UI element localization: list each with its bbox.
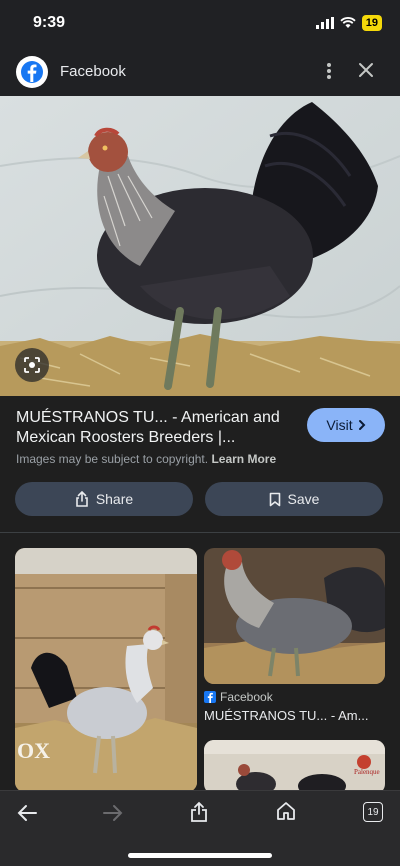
copyright-text: Images may be subject to copyright. (16, 452, 209, 466)
wifi-icon (340, 17, 356, 28)
status-time: 9:39 (33, 14, 66, 31)
status-icons: 19 (315, 15, 382, 31)
lens-icon (24, 357, 40, 373)
svg-text:Palenque: Palenque (354, 768, 380, 776)
facebook-icon (204, 691, 216, 703)
related-image-overlay-text: ox (17, 738, 50, 763)
share-icon (76, 491, 88, 507)
status-bar: 9:39 19 (0, 0, 400, 46)
related-title[interactable]: MUÉSTRANOS TU... - Am... (204, 708, 368, 723)
main-image[interactable] (0, 96, 400, 396)
share-page-icon[interactable] (190, 801, 208, 823)
related-image[interactable] (204, 548, 385, 684)
lens-search-button[interactable] (15, 348, 49, 382)
save-button[interactable]: Save (205, 482, 383, 516)
more-options-icon[interactable] (326, 62, 332, 80)
learn-more-link[interactable]: Learn More (211, 452, 276, 466)
save-button-label: Save (287, 491, 320, 507)
battery-icon: 19 (361, 15, 382, 31)
visit-button[interactable]: Visit (307, 408, 385, 442)
visit-button-label: Visit (326, 417, 353, 433)
tabs-count: 19 (367, 806, 379, 818)
back-arrow-icon[interactable] (16, 803, 38, 823)
chevron-right-icon (358, 420, 366, 430)
share-button[interactable]: Share (15, 482, 193, 516)
share-button-label: Share (95, 491, 134, 507)
close-icon[interactable] (358, 62, 374, 78)
facebook-logo-icon (16, 56, 48, 88)
copyright-notice: Images may be subject to copyright. Lear… (16, 452, 276, 466)
home-icon[interactable] (276, 801, 296, 821)
related-source[interactable]: Facebook (204, 690, 273, 704)
home-indicator (128, 853, 272, 858)
related-image[interactable]: ox (15, 548, 197, 792)
forward-arrow-icon[interactable] (102, 803, 124, 823)
page-title: Facebook (60, 63, 126, 80)
signal-icon (315, 17, 334, 29)
result-title[interactable]: MUÉSTRANOS TU... - American and Mexican … (16, 408, 296, 448)
bookmark-icon (269, 492, 280, 506)
header: Facebook (0, 46, 400, 96)
tabs-button[interactable]: 19 (363, 802, 383, 822)
related-image[interactable]: Palenque (204, 740, 385, 794)
related-source-name: Facebook (220, 690, 273, 704)
divider (0, 532, 400, 533)
